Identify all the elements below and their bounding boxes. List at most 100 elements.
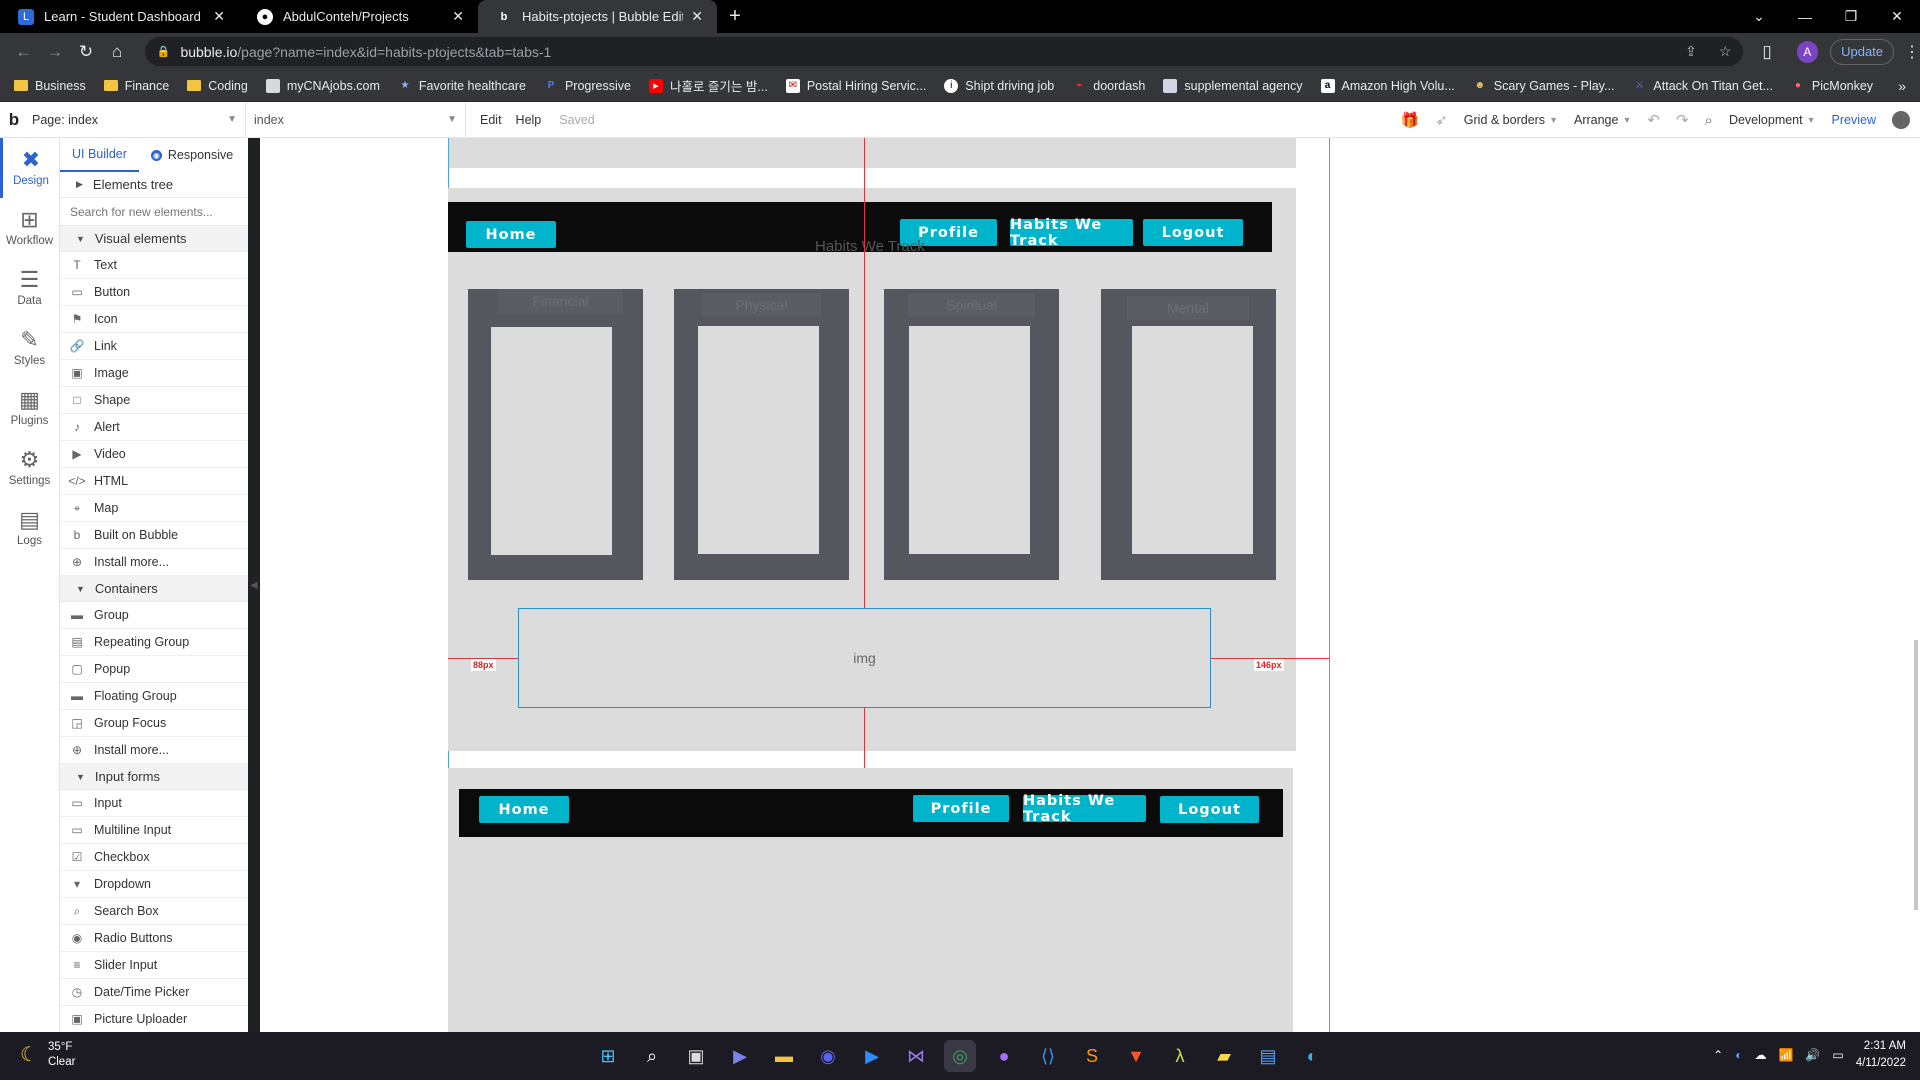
- element-item-dropdown[interactable]: ▾ Dropdown: [60, 871, 248, 898]
- bookmark-item[interactable]: a Amazon High Volu...: [1320, 78, 1455, 93]
- bookmark-item[interactable]: ★ Favorite healthcare: [398, 79, 526, 93]
- bookmark-star-icon[interactable]: ☆: [1719, 43, 1732, 60]
- notepad-icon[interactable]: ▤: [1252, 1040, 1284, 1072]
- page-selector[interactable]: Page: index ▼: [26, 101, 246, 138]
- pointer-icon[interactable]: ➶: [1435, 111, 1448, 129]
- element-item-repeating-group[interactable]: ▤ Repeating Group: [60, 629, 248, 656]
- lambda-icon[interactable]: λ: [1164, 1040, 1196, 1072]
- element-item-group[interactable]: ▬ Group: [60, 602, 248, 629]
- browser-tab[interactable]: L Learn - Student Dashboard ✕: [0, 0, 239, 33]
- containers-header[interactable]: ▼ Containers: [60, 576, 248, 602]
- search-icon[interactable]: ⌕: [636, 1040, 668, 1072]
- new-tab-button[interactable]: +: [717, 0, 753, 33]
- element-item-shape[interactable]: □ Shape: [60, 387, 248, 414]
- element-item-button[interactable]: ▭ Button: [60, 279, 248, 306]
- profile-button[interactable]: Profile: [913, 795, 1009, 822]
- element-item-picture-uploader[interactable]: ▣ Picture Uploader: [60, 1006, 248, 1032]
- bookmark-item[interactable]: i Shipt driving job: [944, 78, 1054, 93]
- tab-ui-builder[interactable]: UI Builder: [60, 138, 139, 172]
- selected-image-element[interactable]: img: [518, 608, 1211, 708]
- logout-button[interactable]: Logout: [1160, 796, 1259, 823]
- editor-canvas[interactable]: Home Profile Habits We Track Logout Habi…: [260, 138, 1920, 1032]
- habit-card-physical[interactable]: Physical: [674, 289, 849, 580]
- bookmark-item[interactable]: ● PicMonkey: [1791, 79, 1873, 93]
- element-item-input[interactable]: ▭ Input: [60, 790, 248, 817]
- bookmark-item[interactable]: ☻ Scary Games - Play...: [1473, 79, 1615, 93]
- card-label[interactable]: Physical: [702, 293, 821, 317]
- element-item-text[interactable]: T Text: [60, 252, 248, 279]
- help-menu[interactable]: Help: [516, 113, 542, 127]
- close-tab-icon[interactable]: ✕: [691, 8, 703, 25]
- brave-icon[interactable]: ▼: [1120, 1040, 1152, 1072]
- habits-we-track-button[interactable]: Habits We Track: [1023, 793, 1146, 825]
- card-content[interactable]: [1132, 326, 1253, 554]
- habit-card-mental[interactable]: Mental: [1101, 289, 1276, 580]
- bookmark-item[interactable]: Coding: [187, 79, 248, 93]
- profile-avatar[interactable]: A: [1796, 40, 1819, 63]
- rail-item-design[interactable]: ✖ Design: [0, 138, 59, 198]
- bookmark-item[interactable]: supplemental agency: [1163, 78, 1303, 93]
- browser-menu-icon[interactable]: ⋮: [1904, 42, 1920, 62]
- elements-tree-toggle[interactable]: ▶ Elements tree: [60, 172, 248, 198]
- url-bar[interactable]: 🔒 bubble.io/page?name=index&id=habits-pt…: [144, 37, 1744, 66]
- bookmark-item[interactable]: myCNAjobs.com: [265, 78, 380, 93]
- update-button[interactable]: Update: [1830, 38, 1895, 65]
- element-item-icon[interactable]: ⚑ Icon: [60, 306, 248, 333]
- rail-item-logs[interactable]: ▤ Logs: [0, 498, 59, 558]
- cloud-icon[interactable]: ☁: [1754, 1048, 1766, 1062]
- reload-icon[interactable]: ↻: [70, 42, 101, 62]
- bookmark-item[interactable]: Finance: [103, 79, 169, 93]
- redo-icon[interactable]: ↷: [1676, 111, 1689, 129]
- bookmark-item[interactable]: ⌁ doordash: [1072, 79, 1145, 93]
- element-search[interactable]: [60, 198, 248, 226]
- rail-item-data[interactable]: ☰ Data: [0, 258, 59, 318]
- element-item-image[interactable]: ▣ Image: [60, 360, 248, 387]
- minimize-icon[interactable]: —: [1782, 9, 1828, 25]
- bookmark-item[interactable]: P Progressive: [544, 79, 631, 93]
- share-icon[interactable]: ⇪: [1685, 43, 1697, 60]
- lock-icon[interactable]: 🔒: [157, 45, 171, 58]
- rail-item-settings[interactable]: ⚙ Settings: [0, 438, 59, 498]
- card-content[interactable]: [698, 326, 819, 554]
- discord-icon[interactable]: ◉: [812, 1040, 844, 1072]
- home-button[interactable]: Home: [466, 221, 556, 248]
- element-item-checkbox[interactable]: ☑ Checkbox: [60, 844, 248, 871]
- element-item-video[interactable]: ▶ Video: [60, 441, 248, 468]
- zoom-icon[interactable]: ▶: [856, 1040, 888, 1072]
- card-label[interactable]: Mental: [1127, 296, 1249, 320]
- browser-tab[interactable]: ● AbdulConteh/Projects ✕: [239, 0, 478, 33]
- teams-icon[interactable]: ▶: [724, 1040, 756, 1072]
- tab-search-icon[interactable]: ⌄: [1736, 8, 1782, 25]
- card-label[interactable]: Financial: [498, 289, 623, 313]
- element-item-html[interactable]: </> HTML: [60, 468, 248, 495]
- element-item-multiline-input[interactable]: ▭ Multiline Input: [60, 817, 248, 844]
- element-search-input[interactable]: [70, 204, 240, 219]
- windows-start-icon[interactable]: ⊞: [592, 1040, 624, 1072]
- forward-icon[interactable]: →: [39, 42, 70, 62]
- undo-icon[interactable]: ↶: [1647, 111, 1660, 129]
- habit-card-spiritual[interactable]: Spiritual: [884, 289, 1059, 580]
- element-selector[interactable]: index ▼: [246, 101, 466, 138]
- arrange-dropdown[interactable]: Arrange ▼: [1574, 113, 1631, 127]
- bottom-navbar[interactable]: Home Profile Habits We Track Logout: [459, 789, 1283, 837]
- rail-item-workflow[interactable]: ⊞ Workflow: [0, 198, 59, 258]
- gift-icon[interactable]: 🎁: [1401, 111, 1420, 129]
- rail-item-plugins[interactable]: ▦ Plugins: [0, 378, 59, 438]
- habit-card-financial[interactable]: Financial: [468, 289, 643, 580]
- chrome-icon[interactable]: ◎: [944, 1040, 976, 1072]
- weather-widget[interactable]: ☾ 35°F Clear: [20, 1040, 75, 1070]
- element-item-map[interactable]: ⌖ Map: [60, 495, 248, 522]
- input-forms-header[interactable]: ▼ Input forms: [60, 764, 248, 790]
- search-icon[interactable]: ⌕: [1705, 112, 1713, 129]
- element-item-built-on-bubble[interactable]: b Built on Bubble: [60, 522, 248, 549]
- battery-icon[interactable]: ▭: [1832, 1048, 1843, 1062]
- element-item-slider-input[interactable]: ≡ Slider Input: [60, 952, 248, 979]
- close-tab-icon[interactable]: ✕: [213, 8, 225, 25]
- account-icon[interactable]: [1892, 111, 1910, 129]
- browser-tab-active[interactable]: b Habits-ptojects | Bubble Editor ✕: [478, 0, 717, 33]
- bookmark-item[interactable]: ✉ Postal Hiring Servic...: [785, 78, 926, 93]
- element-item-install-more[interactable]: ⊕ Install more...: [60, 549, 248, 576]
- habits-we-track-button[interactable]: Habits We Track: [1010, 217, 1133, 249]
- element-item-popup[interactable]: ▢ Popup: [60, 656, 248, 683]
- side-panel-icon[interactable]: ▯: [1751, 42, 1782, 62]
